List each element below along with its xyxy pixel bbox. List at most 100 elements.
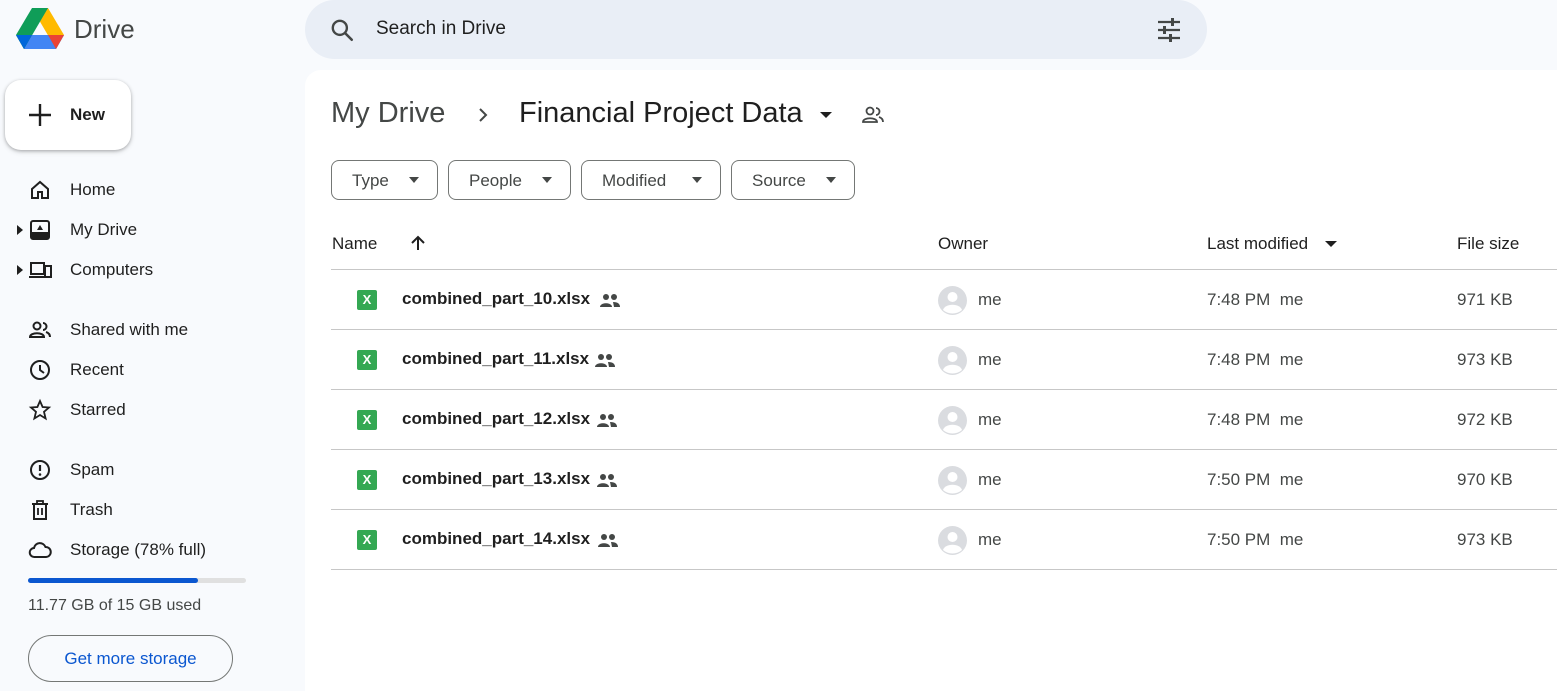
sidebar-item-home[interactable]: Home xyxy=(0,170,290,210)
sidebar-item-label: Shared with me xyxy=(70,320,189,339)
file-row[interactable]: Xcombined_part_11.xlsx me 7:48 PM me 973 KB xyxy=(331,330,1557,390)
shared-folder-icon[interactable] xyxy=(861,104,885,126)
search-input[interactable]: Search in Drive xyxy=(376,18,506,40)
sidebar-item-label: Home xyxy=(70,180,116,199)
excel-file-icon: X xyxy=(357,530,377,550)
sidebar-item-shared-with-me[interactable]: Shared with me xyxy=(0,310,290,350)
home-icon xyxy=(31,180,49,199)
file-last-modified: 7:48 PM me xyxy=(1207,410,1304,429)
file-size: 973 KB xyxy=(1457,350,1513,369)
excel-file-icon: X xyxy=(357,290,377,310)
shared-people-icon xyxy=(595,354,615,367)
folder-menu-dropdown-icon[interactable] xyxy=(818,110,834,120)
get-more-storage-button[interactable]: Get more storage xyxy=(28,635,233,682)
file-name[interactable]: combined_part_10.xlsx xyxy=(402,289,590,309)
file-owner: me xyxy=(978,410,1002,429)
breadcrumb-my-drive[interactable]: My Drive xyxy=(331,97,445,130)
sidebar-item-storage[interactable]: Storage (78% full) xyxy=(0,530,290,570)
excel-file-icon: X xyxy=(357,470,377,490)
shared-people-icon xyxy=(598,534,618,547)
owner-avatar-icon xyxy=(938,466,967,495)
filter-chip-label: Source xyxy=(752,171,806,190)
file-size: 970 KB xyxy=(1457,470,1513,489)
sidebar-item-label: Starred xyxy=(70,400,126,419)
file-list-header: Name Owner Last modified File size xyxy=(331,222,1557,270)
new-button-label: New xyxy=(70,105,105,124)
file-last-modified: 7:50 PM me xyxy=(1207,530,1304,549)
file-row[interactable]: Xcombined_part_13.xlsx me 7:50 PM me 970 KB xyxy=(331,450,1557,510)
my-drive-icon xyxy=(30,220,50,240)
trash-icon xyxy=(32,500,48,520)
filter-modified-chip[interactable]: Modified xyxy=(581,160,721,200)
sidebar-item-label: My Drive xyxy=(70,220,138,239)
storage-usage-text: 11.77 GB of 15 GB used xyxy=(28,597,202,614)
column-header-owner[interactable]: Owner xyxy=(938,234,988,254)
shared-people-icon xyxy=(600,294,620,307)
excel-file-icon: X xyxy=(357,410,377,430)
plus-icon xyxy=(29,104,51,126)
people-icon xyxy=(28,321,51,338)
sort-dropdown-icon[interactable] xyxy=(1325,240,1337,248)
sidebar-item-trash[interactable]: Trash xyxy=(0,490,290,530)
sidebar-item-recent[interactable]: Recent xyxy=(0,350,290,390)
cloud-icon xyxy=(28,542,52,558)
file-name[interactable]: combined_part_11.xlsx xyxy=(402,349,589,369)
drive-logo[interactable]: Drive xyxy=(16,8,135,50)
file-name[interactable]: combined_part_13.xlsx xyxy=(402,469,590,489)
dropdown-arrow-icon xyxy=(409,177,419,183)
google-drive-logo-icon xyxy=(16,8,64,49)
file-last-modified: 7:50 PM me xyxy=(1207,470,1304,489)
file-row[interactable]: Xcombined_part_10.xlsx me 7:48 PM me 971 KB xyxy=(331,270,1557,330)
search-bar[interactable]: Search in Drive xyxy=(305,0,1207,59)
file-size: 972 KB xyxy=(1457,410,1513,429)
expand-caret-icon[interactable] xyxy=(17,225,23,235)
dropdown-arrow-icon xyxy=(542,177,552,183)
dropdown-arrow-icon xyxy=(692,177,702,183)
dropdown-arrow-icon xyxy=(826,177,836,183)
column-header-last-modified[interactable]: Last modified xyxy=(1207,234,1308,254)
file-owner: me xyxy=(978,530,1002,549)
shared-people-icon xyxy=(597,414,617,427)
sidebar-item-label: Computers xyxy=(70,260,154,279)
file-last-modified: 7:48 PM me xyxy=(1207,350,1304,369)
sort-ascending-icon[interactable] xyxy=(409,234,427,252)
file-owner: me xyxy=(978,350,1002,369)
new-button[interactable]: New xyxy=(5,80,131,150)
computers-icon xyxy=(29,262,52,278)
file-owner: me xyxy=(978,290,1002,309)
file-last-modified: 7:48 PM me xyxy=(1207,290,1304,309)
column-header-file-size[interactable]: File size xyxy=(1457,234,1519,254)
filter-chip-label: Modified xyxy=(602,171,667,190)
tune-icon[interactable] xyxy=(1155,17,1183,43)
search-icon[interactable] xyxy=(329,17,355,43)
file-name[interactable]: combined_part_14.xlsx xyxy=(402,529,590,549)
sidebar-item-starred[interactable]: Starred xyxy=(0,390,290,430)
star-icon xyxy=(28,398,52,421)
sidebar-item-my-drive[interactable]: My Drive xyxy=(0,210,290,250)
storage-progress-fill xyxy=(28,578,199,583)
expand-caret-icon[interactable] xyxy=(17,265,23,275)
filter-people-chip[interactable]: People xyxy=(448,160,571,200)
owner-avatar-icon xyxy=(938,526,967,555)
sidebar-item-label: Recent xyxy=(70,360,124,379)
sidebar-item-computers[interactable]: Computers xyxy=(0,250,290,290)
spam-icon xyxy=(30,460,50,480)
shared-people-icon xyxy=(597,474,617,487)
filter-type-chip[interactable]: Type xyxy=(331,160,438,200)
owner-avatar-icon xyxy=(938,406,967,435)
file-size: 973 KB xyxy=(1457,530,1513,549)
filter-chip-label: Type xyxy=(352,171,389,190)
breadcrumb-current-folder[interactable]: Financial Project Data xyxy=(519,97,803,130)
sidebar-item-spam[interactable]: Spam xyxy=(0,450,290,490)
filter-source-chip[interactable]: Source xyxy=(731,160,855,200)
excel-file-icon: X xyxy=(357,350,377,370)
storage-progress-bar xyxy=(28,578,246,583)
chevron-right-icon xyxy=(479,108,488,122)
sidebar-item-label: Trash xyxy=(70,500,113,519)
file-row[interactable]: Xcombined_part_12.xlsx me 7:48 PM me 972 KB xyxy=(331,390,1557,450)
column-header-name[interactable]: Name xyxy=(332,234,377,254)
file-row[interactable]: Xcombined_part_14.xlsx me 7:50 PM me 973 KB xyxy=(331,510,1557,570)
file-name[interactable]: combined_part_12.xlsx xyxy=(402,409,590,429)
filter-chip-label: People xyxy=(469,171,522,190)
sidebar-item-label: Storage (78% full) xyxy=(70,540,207,559)
